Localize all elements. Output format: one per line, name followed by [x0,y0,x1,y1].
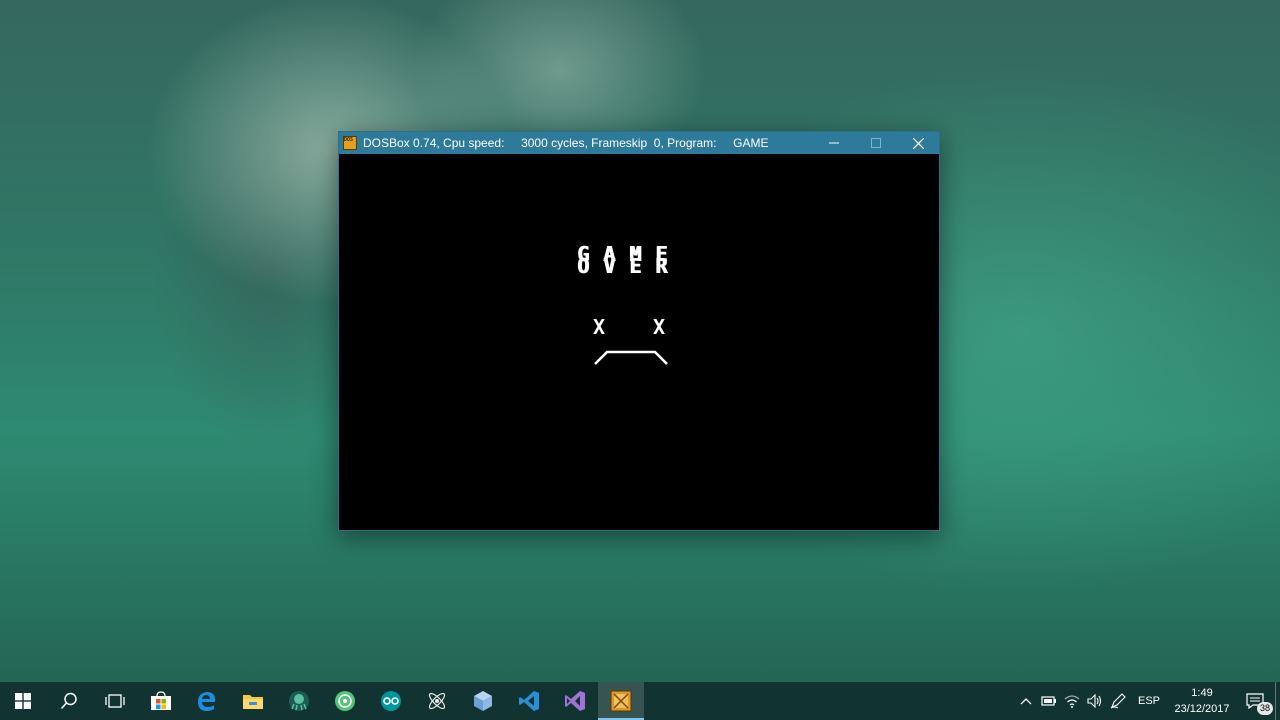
battery-button[interactable] [1037,682,1060,720]
dosbox-window[interactable]: DOS BOX DOSBox 0.74, Cpu speed: 3000 cyc… [338,131,940,531]
dosbox-app-icon[interactable]: DOS BOX [343,136,357,150]
visual-studio-icon [565,691,585,711]
input-language-button[interactable]: ESP [1129,695,1169,707]
minimize-button[interactable] [813,132,855,154]
taskbar-edge[interactable] [184,682,230,720]
gitkraken-icon [289,691,309,711]
show-hidden-icons-button[interactable] [1014,682,1037,720]
start-button[interactable] [0,682,46,720]
folder-icon [243,695,263,709]
volume-button[interactable] [1083,682,1106,720]
game-over-line-2: OVER [577,254,682,278]
system-tray: ESP 1:49 23/12/2017 38 [1014,682,1280,720]
task-view-icon [105,694,125,708]
pen-icon [1110,693,1126,709]
store-icon [151,691,171,710]
vscode-icon [519,691,539,711]
notification-count-badge: 38 [1257,702,1273,715]
battery-icon [1040,696,1056,706]
sad-face-right-eye: X [653,315,666,339]
sad-face-left-eye: X [593,315,606,339]
speaker-icon [1086,694,1101,708]
maximize-icon [871,138,881,148]
close-button[interactable] [897,132,939,154]
sad-face-mouth [594,350,668,365]
clock-date: 23/12/2017 [1174,703,1230,715]
pen-workspace-button[interactable] [1106,682,1129,720]
network-button[interactable] [1060,682,1083,720]
taskbar-green-app[interactable] [322,682,368,720]
taskbar-virtualbox[interactable] [460,682,506,720]
taskbar-dosbox[interactable] [598,682,644,720]
wifi-icon [1064,695,1079,708]
cube-icon [474,691,492,711]
green-app-icon [335,691,355,711]
window-titlebar[interactable]: DOS BOX DOSBox 0.74, Cpu speed: 3000 cyc… [339,132,939,154]
window-title: DOSBox 0.74, Cpu speed: 3000 cycles, Fra… [363,136,769,150]
taskbar-file-explorer[interactable] [230,682,276,720]
dosbox-icon [610,690,632,712]
game-screen[interactable]: GAME OVER X X [339,154,939,530]
taskbar-store[interactable] [138,682,184,720]
atom-icon [428,692,446,710]
close-icon [912,137,924,149]
search-button[interactable] [46,682,92,720]
taskbar-visual-studio[interactable] [552,682,598,720]
clock-time: 1:49 [1191,687,1213,699]
action-center-button[interactable]: 38 [1235,682,1275,720]
clock-button[interactable]: 1:49 23/12/2017 [1169,685,1235,717]
windows-logo-icon [15,693,31,709]
maximize-button[interactable] [855,132,897,154]
chevron-up-icon [1020,698,1031,705]
show-desktop-button[interactable] [1275,682,1280,720]
edge-icon [198,692,216,711]
task-view-button[interactable] [92,682,138,720]
minimize-icon [829,142,839,144]
taskbar-gitkraken[interactable] [276,682,322,720]
taskbar-vscode[interactable] [506,682,552,720]
taskbar-arduino[interactable] [368,682,414,720]
search-icon [60,692,77,710]
taskbar-atom[interactable] [414,682,460,720]
taskbar: ESP 1:49 23/12/2017 38 [0,682,1280,720]
arduino-icon [381,691,401,711]
